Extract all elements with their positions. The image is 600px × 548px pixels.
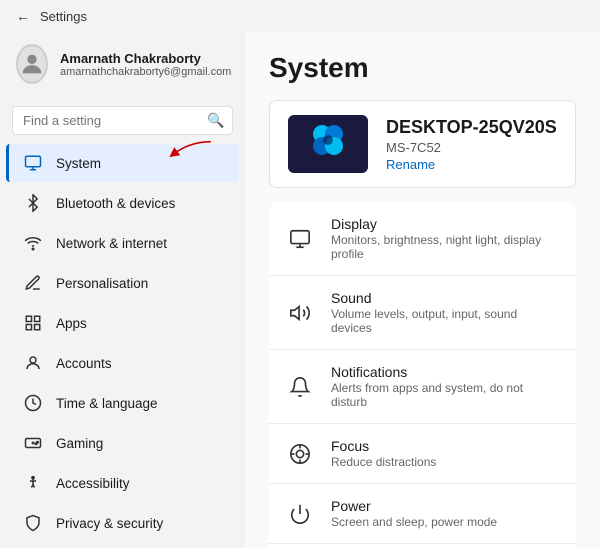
- display-icon: [285, 224, 315, 254]
- sidebar-item-update[interactable]: Windows Update: [6, 544, 239, 548]
- device-info: DESKTOP-25QV20S MS-7C52 Rename: [386, 117, 557, 172]
- settings-item-display[interactable]: Display Monitors, brightness, night ligh…: [269, 202, 576, 276]
- settings-text: Sound Volume levels, output, input, soun…: [331, 290, 560, 335]
- settings-desc: Monitors, brightness, night light, displ…: [331, 233, 560, 261]
- user-profile[interactable]: Amarnath Chakraborty amarnathchakraborty…: [0, 32, 245, 96]
- search-icon: 🔍: [207, 112, 224, 129]
- settings-item-focus[interactable]: Focus Reduce distractions: [269, 424, 576, 484]
- sound-icon: [285, 298, 315, 328]
- privacy-icon: [22, 512, 44, 534]
- bluetooth-icon: [22, 192, 44, 214]
- settings-title: Display: [331, 216, 560, 232]
- sidebar-item-personalisation[interactable]: Personalisation: [6, 264, 239, 302]
- back-button[interactable]: ←: [16, 8, 30, 24]
- settings-list: Display Monitors, brightness, night ligh…: [269, 202, 576, 548]
- settings-desc: Screen and sleep, power mode: [331, 515, 497, 529]
- sidebar-item-label: Gaming: [56, 436, 103, 451]
- content-area: System: [245, 32, 600, 548]
- accounts-icon: [22, 352, 44, 374]
- sidebar-item-label: Time & language: [56, 396, 158, 411]
- device-model: MS-7C52: [386, 140, 557, 155]
- sidebar-item-label: Accessibility: [56, 476, 130, 491]
- sidebar: Amarnath Chakraborty amarnathchakraborty…: [0, 32, 245, 548]
- settings-title: Notifications: [331, 364, 560, 380]
- user-email: amarnathchakraborty6@gmail.com: [60, 66, 231, 78]
- settings-desc: Reduce distractions: [331, 455, 436, 469]
- window-title: Settings: [40, 9, 87, 24]
- settings-text: Focus Reduce distractions: [331, 438, 436, 469]
- device-card: DESKTOP-25QV20S MS-7C52 Rename: [269, 100, 576, 188]
- rename-link[interactable]: Rename: [386, 157, 557, 172]
- sidebar-item-bluetooth[interactable]: Bluetooth & devices: [6, 184, 239, 222]
- settings-title: Sound: [331, 290, 560, 306]
- sidebar-item-label: System: [56, 156, 101, 171]
- device-thumbnail: [288, 115, 368, 173]
- search-input[interactable]: [23, 113, 199, 128]
- time-icon: [22, 392, 44, 414]
- apps-icon: [22, 312, 44, 334]
- page-title: System: [269, 52, 576, 84]
- sidebar-item-network[interactable]: Network & internet: [6, 224, 239, 262]
- notifications-icon: [285, 372, 315, 402]
- sidebar-item-label: Apps: [56, 316, 87, 331]
- system-nav-container: System: [0, 143, 245, 183]
- settings-item-sound[interactable]: Sound Volume levels, output, input, soun…: [269, 276, 576, 350]
- user-name: Amarnath Chakraborty: [60, 51, 231, 66]
- device-name: DESKTOP-25QV20S: [386, 117, 557, 138]
- settings-desc: Volume levels, output, input, sound devi…: [331, 307, 560, 335]
- settings-text: Display Monitors, brightness, night ligh…: [331, 216, 560, 261]
- network-icon: [22, 232, 44, 254]
- user-info: Amarnath Chakraborty amarnathchakraborty…: [60, 51, 231, 78]
- sidebar-item-system[interactable]: System: [6, 144, 239, 182]
- sidebar-item-label: Privacy & security: [56, 516, 163, 531]
- settings-desc: Alerts from apps and system, do not dist…: [331, 381, 560, 409]
- sidebar-item-accounts[interactable]: Accounts: [6, 344, 239, 382]
- avatar: [16, 44, 48, 84]
- settings-title: Power: [331, 498, 497, 514]
- gaming-icon: [22, 432, 44, 454]
- settings-text: Power Screen and sleep, power mode: [331, 498, 497, 529]
- settings-item-notifications[interactable]: Notifications Alerts from apps and syste…: [269, 350, 576, 424]
- sidebar-item-privacy[interactable]: Privacy & security: [6, 504, 239, 542]
- sidebar-item-apps[interactable]: Apps: [6, 304, 239, 342]
- power-icon: [285, 499, 315, 529]
- focus-icon: [285, 439, 315, 469]
- settings-title: Focus: [331, 438, 436, 454]
- accessibility-icon: [22, 472, 44, 494]
- sidebar-item-label: Accounts: [56, 356, 112, 371]
- sidebar-item-label: Personalisation: [56, 276, 148, 291]
- sidebar-item-accessibility[interactable]: Accessibility: [6, 464, 239, 502]
- sidebar-item-label: Bluetooth & devices: [56, 196, 175, 211]
- sidebar-item-time[interactable]: Time & language: [6, 384, 239, 422]
- search-bar[interactable]: 🔍: [12, 106, 233, 135]
- sidebar-item-label: Network & internet: [56, 236, 167, 251]
- windows-logo: [300, 121, 356, 167]
- system-icon: [22, 152, 44, 174]
- settings-item-storage[interactable]: Storage Storage space, drives, configura…: [269, 544, 576, 548]
- sidebar-item-gaming[interactable]: Gaming: [6, 424, 239, 462]
- personalisation-icon: [22, 272, 44, 294]
- settings-text: Notifications Alerts from apps and syste…: [331, 364, 560, 409]
- settings-item-power[interactable]: Power Screen and sleep, power mode: [269, 484, 576, 544]
